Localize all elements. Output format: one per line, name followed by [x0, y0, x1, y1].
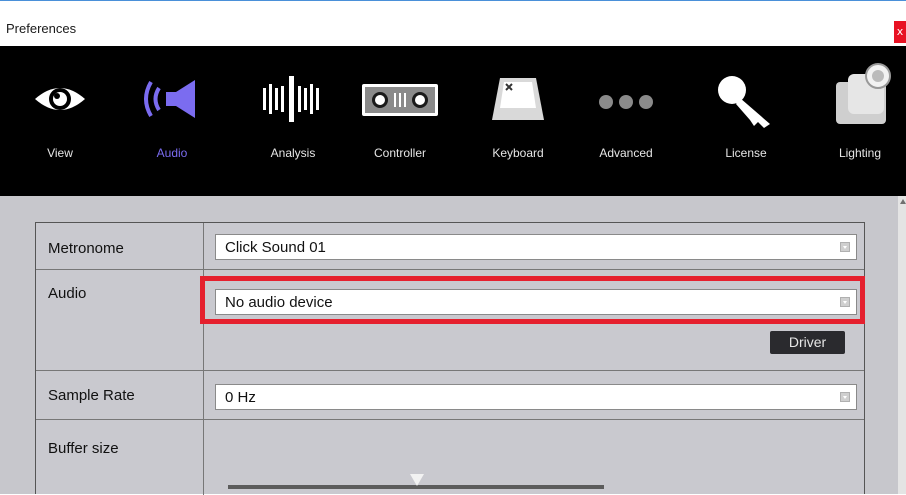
driver-button[interactable]: Driver — [770, 331, 845, 354]
preferences-toolbar: View Audio Analysis Controller Keyboard … — [0, 46, 906, 196]
keyboard-key-icon — [492, 78, 544, 120]
tab-keyboard[interactable]: Keyboard — [468, 46, 568, 196]
sample-rate-label: Sample Rate — [48, 387, 135, 404]
title-bar: Preferences x — [0, 0, 906, 46]
window-title: Preferences — [6, 21, 77, 36]
tab-analysis[interactable]: Analysis — [243, 46, 343, 196]
tab-lighting-label: Lighting — [838, 146, 882, 160]
metronome-dropdown[interactable]: Click Sound 01 — [215, 234, 857, 260]
tab-audio-label: Audio — [156, 146, 188, 160]
sample-rate-dropdown[interactable]: 0 Hz — [215, 384, 857, 410]
tab-controller-label: Controller — [373, 146, 427, 160]
dropdown-arrow-icon — [840, 392, 850, 402]
tab-lighting[interactable]: Lighting — [810, 46, 906, 196]
tab-license[interactable]: License — [696, 46, 796, 196]
buffer-size-label: Buffer size — [48, 440, 119, 457]
audio-device-highlight — [200, 276, 865, 324]
eye-icon — [35, 88, 85, 110]
tab-analysis-label: Analysis — [270, 146, 316, 160]
tab-view[interactable]: View — [10, 46, 110, 196]
tab-audio[interactable]: Audio — [122, 46, 222, 196]
key-icon — [718, 76, 770, 128]
audio-settings-table: Metronome Click Sound 01 Audio No audio … — [35, 222, 865, 495]
three-dots-icon — [599, 95, 653, 109]
audio-label: Audio — [48, 285, 87, 302]
moving-head-light-icon — [836, 63, 891, 124]
tab-advanced[interactable]: Advanced — [576, 46, 676, 196]
sample-rate-value: 0 Hz — [225, 389, 256, 406]
tab-advanced-label: Advanced — [599, 146, 653, 160]
close-button[interactable]: x — [894, 21, 906, 43]
speaker-icon — [144, 80, 195, 118]
dropdown-arrow-icon — [840, 242, 850, 252]
metronome-value: Click Sound 01 — [225, 239, 326, 256]
row-divider — [36, 269, 864, 270]
buffer-size-slider-thumb[interactable] — [410, 474, 424, 486]
metronome-label: Metronome — [48, 240, 124, 257]
column-divider — [203, 223, 204, 495]
waveform-bars-icon — [263, 76, 319, 122]
tab-license-label: License — [725, 146, 767, 160]
tab-keyboard-label: Keyboard — [492, 146, 544, 160]
row-divider — [36, 419, 864, 420]
row-divider — [36, 370, 864, 371]
scroll-up-arrow-icon[interactable] — [900, 199, 906, 204]
tab-controller[interactable]: Controller — [350, 46, 450, 196]
scrollbar[interactable] — [898, 196, 906, 494]
tab-view-label: View — [47, 146, 73, 160]
controller-icon — [362, 84, 438, 116]
